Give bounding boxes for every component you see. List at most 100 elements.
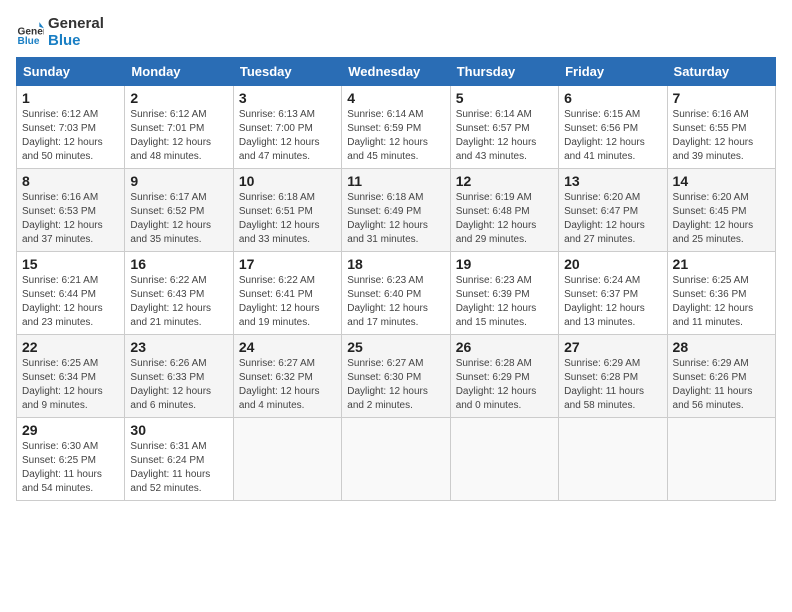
weekday-header-wednesday: Wednesday	[342, 58, 450, 86]
day-info: Sunrise: 6:29 AM Sunset: 6:28 PM Dayligh…	[564, 357, 661, 413]
day-number: 25	[347, 339, 444, 355]
day-info: Sunrise: 6:22 AM Sunset: 6:41 PM Dayligh…	[239, 274, 336, 330]
day-number: 18	[347, 256, 444, 272]
day-number: 2	[130, 90, 227, 106]
day-number: 23	[130, 339, 227, 355]
calendar-cell: 9 Sunrise: 6:17 AM Sunset: 6:52 PM Dayli…	[125, 169, 233, 252]
day-info: Sunrise: 6:26 AM Sunset: 6:33 PM Dayligh…	[130, 357, 227, 413]
day-number: 12	[456, 173, 553, 189]
day-number: 17	[239, 256, 336, 272]
calendar-cell: 26 Sunrise: 6:28 AM Sunset: 6:29 PM Dayl…	[450, 335, 558, 418]
calendar-cell: 10 Sunrise: 6:18 AM Sunset: 6:51 PM Dayl…	[233, 169, 341, 252]
day-number: 29	[22, 422, 119, 438]
day-number: 22	[22, 339, 119, 355]
weekday-header-friday: Friday	[559, 58, 667, 86]
day-info: Sunrise: 6:23 AM Sunset: 6:39 PM Dayligh…	[456, 274, 553, 330]
day-info: Sunrise: 6:13 AM Sunset: 7:00 PM Dayligh…	[239, 108, 336, 164]
calendar-cell	[233, 418, 341, 501]
logo-text-line2: Blue	[48, 33, 104, 50]
day-number: 11	[347, 173, 444, 189]
calendar-cell: 13 Sunrise: 6:20 AM Sunset: 6:47 PM Dayl…	[559, 169, 667, 252]
day-info: Sunrise: 6:15 AM Sunset: 6:56 PM Dayligh…	[564, 108, 661, 164]
day-number: 30	[130, 422, 227, 438]
day-number: 1	[22, 90, 119, 106]
calendar-cell	[342, 418, 450, 501]
day-number: 5	[456, 90, 553, 106]
calendar-cell: 4 Sunrise: 6:14 AM Sunset: 6:59 PM Dayli…	[342, 86, 450, 169]
calendar-cell: 2 Sunrise: 6:12 AM Sunset: 7:01 PM Dayli…	[125, 86, 233, 169]
calendar-cell: 25 Sunrise: 6:27 AM Sunset: 6:30 PM Dayl…	[342, 335, 450, 418]
day-info: Sunrise: 6:14 AM Sunset: 6:59 PM Dayligh…	[347, 108, 444, 164]
day-info: Sunrise: 6:12 AM Sunset: 7:03 PM Dayligh…	[22, 108, 119, 164]
day-number: 24	[239, 339, 336, 355]
day-info: Sunrise: 6:27 AM Sunset: 6:32 PM Dayligh…	[239, 357, 336, 413]
calendar-cell: 28 Sunrise: 6:29 AM Sunset: 6:26 PM Dayl…	[667, 335, 775, 418]
calendar-cell: 30 Sunrise: 6:31 AM Sunset: 6:24 PM Dayl…	[125, 418, 233, 501]
day-number: 7	[673, 90, 770, 106]
day-number: 13	[564, 173, 661, 189]
calendar-cell: 22 Sunrise: 6:25 AM Sunset: 6:34 PM Dayl…	[17, 335, 125, 418]
calendar-table: SundayMondayTuesdayWednesdayThursdayFrid…	[16, 57, 776, 501]
day-info: Sunrise: 6:20 AM Sunset: 6:47 PM Dayligh…	[564, 191, 661, 247]
day-info: Sunrise: 6:21 AM Sunset: 6:44 PM Dayligh…	[22, 274, 119, 330]
calendar-cell	[450, 418, 558, 501]
day-info: Sunrise: 6:19 AM Sunset: 6:48 PM Dayligh…	[456, 191, 553, 247]
page-header: General Blue General Blue	[16, 16, 776, 49]
calendar-cell: 20 Sunrise: 6:24 AM Sunset: 6:37 PM Dayl…	[559, 252, 667, 335]
day-info: Sunrise: 6:30 AM Sunset: 6:25 PM Dayligh…	[22, 440, 119, 496]
calendar-cell: 17 Sunrise: 6:22 AM Sunset: 6:41 PM Dayl…	[233, 252, 341, 335]
day-number: 19	[456, 256, 553, 272]
calendar-cell: 7 Sunrise: 6:16 AM Sunset: 6:55 PM Dayli…	[667, 86, 775, 169]
day-number: 3	[239, 90, 336, 106]
calendar-cell	[667, 418, 775, 501]
day-number: 21	[673, 256, 770, 272]
day-info: Sunrise: 6:20 AM Sunset: 6:45 PM Dayligh…	[673, 191, 770, 247]
day-info: Sunrise: 6:16 AM Sunset: 6:55 PM Dayligh…	[673, 108, 770, 164]
day-info: Sunrise: 6:24 AM Sunset: 6:37 PM Dayligh…	[564, 274, 661, 330]
day-info: Sunrise: 6:18 AM Sunset: 6:49 PM Dayligh…	[347, 191, 444, 247]
day-info: Sunrise: 6:31 AM Sunset: 6:24 PM Dayligh…	[130, 440, 227, 496]
day-info: Sunrise: 6:16 AM Sunset: 6:53 PM Dayligh…	[22, 191, 119, 247]
calendar-cell: 6 Sunrise: 6:15 AM Sunset: 6:56 PM Dayli…	[559, 86, 667, 169]
day-number: 15	[22, 256, 119, 272]
weekday-header-thursday: Thursday	[450, 58, 558, 86]
day-info: Sunrise: 6:25 AM Sunset: 6:36 PM Dayligh…	[673, 274, 770, 330]
calendar-cell: 8 Sunrise: 6:16 AM Sunset: 6:53 PM Dayli…	[17, 169, 125, 252]
calendar-cell: 19 Sunrise: 6:23 AM Sunset: 6:39 PM Dayl…	[450, 252, 558, 335]
weekday-header-monday: Monday	[125, 58, 233, 86]
logo: General Blue General Blue	[16, 16, 104, 49]
logo-icon: General Blue	[16, 19, 44, 47]
day-number: 9	[130, 173, 227, 189]
day-info: Sunrise: 6:28 AM Sunset: 6:29 PM Dayligh…	[456, 357, 553, 413]
calendar-cell: 21 Sunrise: 6:25 AM Sunset: 6:36 PM Dayl…	[667, 252, 775, 335]
day-number: 14	[673, 173, 770, 189]
day-number: 16	[130, 256, 227, 272]
weekday-header-sunday: Sunday	[17, 58, 125, 86]
day-info: Sunrise: 6:22 AM Sunset: 6:43 PM Dayligh…	[130, 274, 227, 330]
day-info: Sunrise: 6:25 AM Sunset: 6:34 PM Dayligh…	[22, 357, 119, 413]
calendar-cell: 14 Sunrise: 6:20 AM Sunset: 6:45 PM Dayl…	[667, 169, 775, 252]
svg-text:Blue: Blue	[18, 35, 40, 46]
weekday-header-tuesday: Tuesday	[233, 58, 341, 86]
calendar-cell: 3 Sunrise: 6:13 AM Sunset: 7:00 PM Dayli…	[233, 86, 341, 169]
calendar-cell: 15 Sunrise: 6:21 AM Sunset: 6:44 PM Dayl…	[17, 252, 125, 335]
day-number: 8	[22, 173, 119, 189]
day-number: 28	[673, 339, 770, 355]
day-number: 4	[347, 90, 444, 106]
calendar-cell	[559, 418, 667, 501]
calendar-cell: 16 Sunrise: 6:22 AM Sunset: 6:43 PM Dayl…	[125, 252, 233, 335]
calendar-cell: 24 Sunrise: 6:27 AM Sunset: 6:32 PM Dayl…	[233, 335, 341, 418]
day-number: 20	[564, 256, 661, 272]
logo-text-line1: General	[48, 16, 104, 33]
weekday-header-saturday: Saturday	[667, 58, 775, 86]
calendar-cell: 12 Sunrise: 6:19 AM Sunset: 6:48 PM Dayl…	[450, 169, 558, 252]
day-number: 27	[564, 339, 661, 355]
calendar-cell: 27 Sunrise: 6:29 AM Sunset: 6:28 PM Dayl…	[559, 335, 667, 418]
calendar-cell: 1 Sunrise: 6:12 AM Sunset: 7:03 PM Dayli…	[17, 86, 125, 169]
day-number: 10	[239, 173, 336, 189]
calendar-cell: 23 Sunrise: 6:26 AM Sunset: 6:33 PM Dayl…	[125, 335, 233, 418]
calendar-cell: 5 Sunrise: 6:14 AM Sunset: 6:57 PM Dayli…	[450, 86, 558, 169]
calendar-cell: 29 Sunrise: 6:30 AM Sunset: 6:25 PM Dayl…	[17, 418, 125, 501]
day-info: Sunrise: 6:14 AM Sunset: 6:57 PM Dayligh…	[456, 108, 553, 164]
day-info: Sunrise: 6:12 AM Sunset: 7:01 PM Dayligh…	[130, 108, 227, 164]
